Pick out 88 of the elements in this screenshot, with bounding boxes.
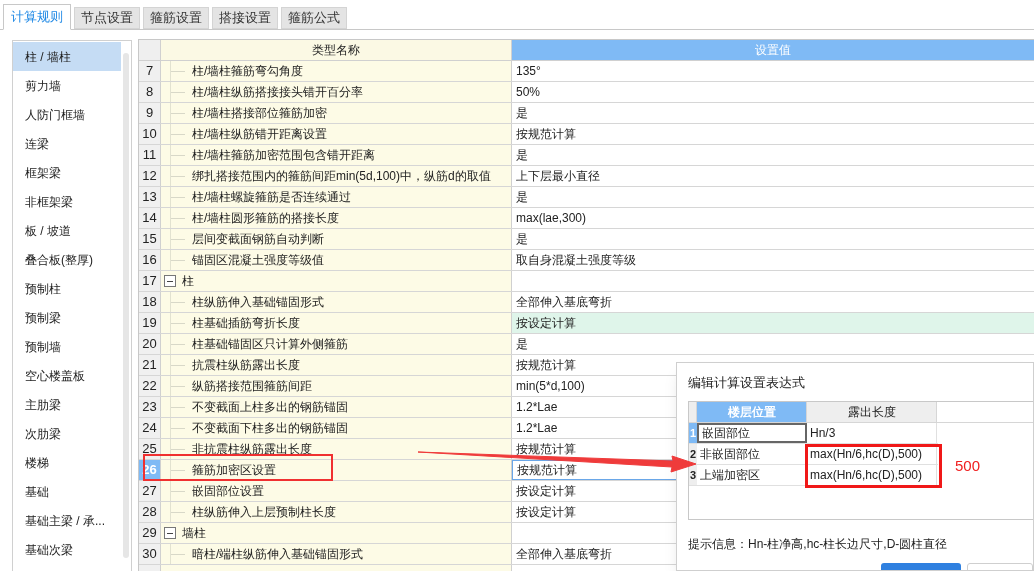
row-number: 18 bbox=[139, 292, 161, 312]
table-cell-text: 柱纵筋伸入上层预制柱长度 bbox=[192, 504, 336, 521]
group-label: 柱 bbox=[182, 273, 194, 290]
row-number: 9 bbox=[139, 103, 161, 123]
table-cell-text: 柱纵筋伸入基础锚固形式 bbox=[192, 294, 324, 311]
scrollbar[interactable] bbox=[123, 53, 129, 558]
sidebar-item[interactable]: 主肋梁 bbox=[13, 390, 121, 419]
row-number: 8 bbox=[139, 82, 161, 102]
collapse-icon[interactable] bbox=[164, 527, 176, 539]
tab[interactable]: 箍筋公式 bbox=[281, 7, 347, 29]
table-cell-text: 柱/墙柱纵筋错开距离设置 bbox=[192, 126, 328, 143]
sidebar-item[interactable]: 基础次梁 bbox=[13, 535, 121, 564]
sidebar-item[interactable]: 空心楼盖板 bbox=[13, 361, 121, 390]
row-number: 25 bbox=[139, 439, 161, 459]
column-header: 设置值 bbox=[512, 40, 1034, 60]
row-number: 28 bbox=[139, 502, 161, 522]
row-number: 30 bbox=[139, 544, 161, 564]
table-cell[interactable]: Hn/3 bbox=[807, 423, 937, 443]
row-number: 10 bbox=[139, 124, 161, 144]
sidebar-item[interactable]: 预制柱 bbox=[13, 274, 121, 303]
annotation-text: 500 bbox=[955, 456, 981, 476]
table-cell-text: 柱/墙柱螺旋箍筋是否连续通过 bbox=[192, 189, 352, 206]
table-cell-text: 箍筋加密区设置 bbox=[192, 462, 276, 479]
row-number: 23 bbox=[139, 397, 161, 417]
table-cell-text: 锚固区混凝土强度等级值 bbox=[192, 252, 324, 269]
column-header[interactable]: 露出长度 bbox=[807, 402, 937, 422]
row-number: 20 bbox=[139, 334, 161, 354]
sidebar-item[interactable]: 连梁 bbox=[13, 129, 121, 158]
row-number: 21 bbox=[139, 355, 161, 375]
group-label: 墙柱 bbox=[182, 525, 206, 542]
sidebar-item[interactable]: 预制梁 bbox=[13, 303, 121, 332]
table-cell[interactable]: 非嵌固部位 bbox=[697, 444, 807, 464]
column-header: 类型名称 bbox=[161, 40, 512, 60]
row-number: 7 bbox=[139, 61, 161, 81]
row-number: 22 bbox=[139, 376, 161, 396]
dialog-title: 编辑计算设置表达式 bbox=[688, 374, 805, 392]
table-cell-text: 不变截面上柱多出的钢筋锚固 bbox=[192, 399, 348, 416]
sidebar-item[interactable]: 剪力墙 bbox=[13, 71, 121, 100]
table-cell-text: 层间变截面钢筋自动判断 bbox=[192, 231, 324, 248]
row-number: 12 bbox=[139, 166, 161, 186]
tab[interactable]: 搭接设置 bbox=[212, 7, 278, 29]
sidebar-item[interactable]: 基础主梁 / 承... bbox=[13, 506, 121, 535]
sidebar-item[interactable]: 板 / 坡道 bbox=[13, 216, 121, 245]
tab[interactable]: 箍筋设置 bbox=[143, 7, 209, 29]
row-number: 17 bbox=[139, 271, 161, 291]
sidebar-item[interactable]: 非框架梁 bbox=[13, 187, 121, 216]
table-cell-text: 柱/墙柱箍筋加密范围包含错开距离 bbox=[192, 147, 376, 164]
row-number: 1 bbox=[689, 423, 697, 443]
table-cell-text: 柱/墙柱箍筋弯勾角度 bbox=[192, 63, 304, 80]
sidebar-item[interactable]: 次肋梁 bbox=[13, 419, 121, 448]
sidebar-item[interactable]: 柱 / 墙柱 bbox=[13, 42, 121, 71]
table-cell[interactable]: 嵌固部位 bbox=[697, 423, 807, 443]
sidebar-item[interactable]: 人防门框墙 bbox=[13, 100, 121, 129]
table-cell-text: 暗柱/端柱纵筋伸入基础锚固形式 bbox=[192, 546, 364, 563]
table-cell-text: 非抗震柱纵筋露出长度 bbox=[192, 441, 312, 458]
row-number: 15 bbox=[139, 229, 161, 249]
table-cell-text: 抗震柱纵筋露出长度 bbox=[192, 357, 300, 374]
hint-text: 提示信息：Hn-柱净高,hc-柱长边尺寸,D-圆柱直径 bbox=[688, 536, 948, 553]
row-number: 16 bbox=[139, 250, 161, 270]
collapse-icon[interactable] bbox=[164, 275, 176, 287]
row-number: 27 bbox=[139, 481, 161, 501]
row-number: 19 bbox=[139, 313, 161, 333]
table-cell[interactable]: 按设定计算 bbox=[512, 313, 1034, 333]
tab[interactable]: 节点设置 bbox=[74, 7, 140, 29]
sidebar-item[interactable]: 叠合板(整厚) bbox=[13, 245, 121, 274]
row-number: 29 bbox=[139, 523, 161, 543]
row-number: 3 bbox=[689, 465, 697, 485]
table-cell-text: 柱/墙柱纵筋搭接接头错开百分率 bbox=[192, 84, 364, 101]
tab[interactable]: 计算规则 bbox=[3, 4, 71, 30]
table-cell-text: 纵筋搭接范围箍筋间距 bbox=[192, 378, 312, 395]
table-cell-text: 嵌固部位设置 bbox=[192, 483, 264, 500]
sidebar-item[interactable]: 框架梁 bbox=[13, 158, 121, 187]
table-cell-text: 柱基础插筋弯折长度 bbox=[192, 315, 300, 332]
table-cell[interactable]: max(Hn/6,hc(D),500) bbox=[807, 444, 937, 464]
table-cell[interactable]: 上端加密区 bbox=[697, 465, 807, 485]
sidebar-item[interactable]: 楼梯 bbox=[13, 448, 121, 477]
row-number: 14 bbox=[139, 208, 161, 228]
table-cell-text: 绑扎搭接范围内的箍筋间距min(5d,100)中，纵筋d的取值 bbox=[192, 168, 491, 185]
table-cell-text: 柱/墙柱圆形箍筋的搭接长度 bbox=[192, 210, 340, 227]
row-number: 24 bbox=[139, 418, 161, 438]
sidebar-item[interactable]: 基础 bbox=[13, 477, 121, 506]
sidebar-item[interactable]: 预制墙 bbox=[13, 332, 121, 361]
table-cell-text: 柱基础锚固区只计算外侧箍筋 bbox=[192, 336, 348, 353]
table-cell-text: 柱/墙柱搭接部位箍筋加密 bbox=[192, 105, 328, 122]
table-cell-text: 不变截面下柱多出的钢筋锚固 bbox=[192, 420, 348, 437]
row-number: 11 bbox=[139, 145, 161, 165]
row-number: 13 bbox=[139, 187, 161, 207]
table-cell[interactable]: max(Hn/6,hc(D),500) bbox=[807, 465, 937, 485]
